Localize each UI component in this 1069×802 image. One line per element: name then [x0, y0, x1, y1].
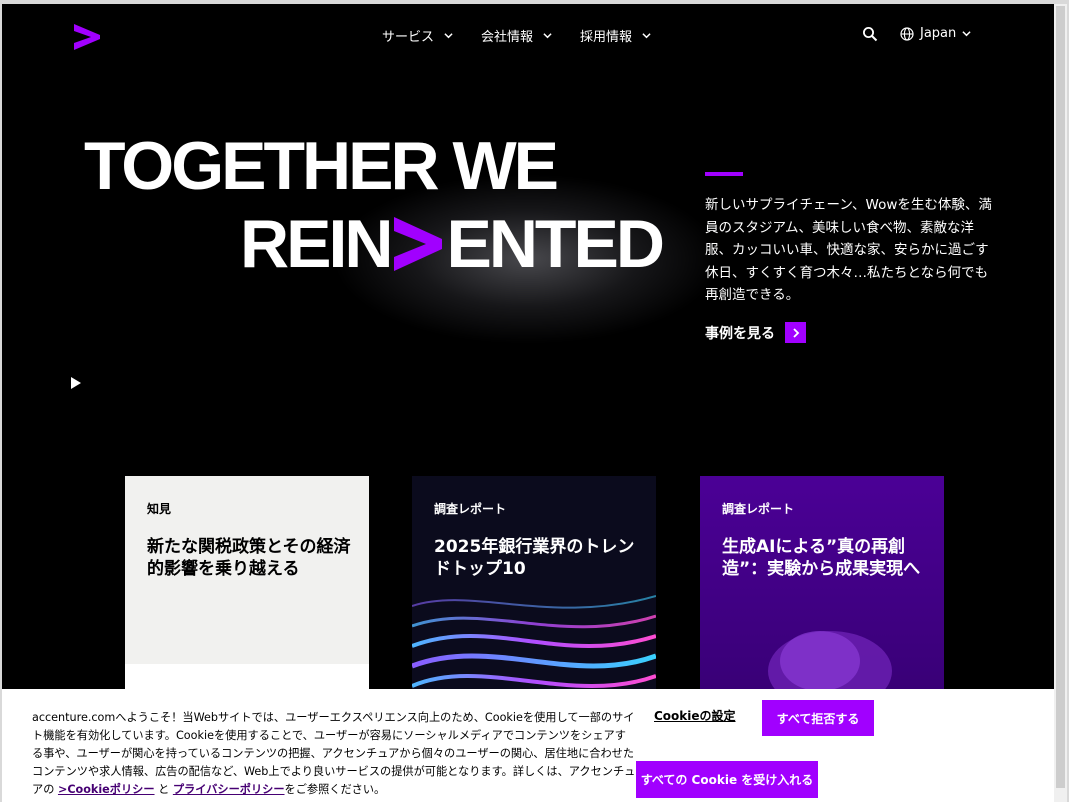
chevron-down-icon	[444, 33, 453, 39]
card-tag: 調査レポート	[722, 502, 795, 516]
cookie-message: accenture.comへようこそ！当Webサイトでは、ユーザーエクスペリエン…	[32, 709, 637, 799]
card-title: 生成AIによる”真の再創造”：実験から成果実現へ	[722, 537, 921, 579]
hero-headline-line1: TOGETHER WE	[84, 128, 559, 204]
reject-all-button[interactable]: すべて拒否する	[762, 700, 874, 736]
card-title: 2025年銀行業界のトレンドトップ10	[434, 537, 635, 579]
cookie-text-after: をご参照ください。	[284, 783, 386, 796]
hero-headline-suffix: ENTED	[446, 206, 664, 282]
card-tag: 調査レポート	[434, 502, 507, 516]
nav-item-label: サービス	[382, 30, 435, 45]
cookie-banner: accenture.comへようこそ！当Webサイトでは、ユーザーエクスペリエン…	[2, 689, 1054, 802]
nav-item-label: 会社情報	[481, 30, 534, 45]
language-label: Japan	[920, 26, 957, 41]
arrow-right-icon	[785, 322, 806, 343]
nav-item-company[interactable]: 会社情報	[481, 26, 552, 45]
nav-item-services[interactable]: サービス	[382, 26, 453, 45]
greater-than-icon	[394, 217, 443, 271]
hero-headline-line2: REIN ENTED	[240, 206, 665, 282]
play-icon[interactable]	[70, 376, 82, 390]
hero-description: 新しいサプライチェーン、Wowを生む体験、満員のスタジアム、美味しい食べ物、素敵…	[705, 197, 992, 303]
main-nav: サービス 会社情報 採用情報	[382, 26, 651, 45]
chevron-down-icon	[543, 33, 552, 39]
card-tag: 知見	[147, 502, 172, 516]
hero-headline-prefix: REIN	[240, 206, 393, 282]
chevron-down-icon	[642, 33, 651, 39]
search-icon[interactable]	[862, 26, 878, 42]
accenture-logo-icon[interactable]	[72, 22, 102, 52]
cookie-settings-link[interactable]: Cookieの設定	[654, 707, 736, 724]
vertical-scrollbar[interactable]	[1054, 4, 1067, 802]
nav-item-label: 採用情報	[580, 30, 633, 45]
view-cases-label: 事例を見る	[705, 325, 775, 342]
scrollbar-thumb[interactable]	[1056, 6, 1065, 788]
privacy-policy-link[interactable]: プライバシーポリシー	[173, 783, 285, 796]
globe-icon	[900, 26, 914, 41]
nav-item-careers[interactable]: 採用情報	[580, 26, 651, 45]
accept-all-cookies-button[interactable]: すべての Cookie を受け入れる	[636, 761, 818, 798]
hero-accent-bar	[705, 172, 743, 176]
card-title: 新たな関税政策とその経済的影響を乗り越える	[147, 537, 351, 579]
language-selector[interactable]: Japan	[900, 26, 971, 41]
page-viewport: サービス 会社情報 採用情報 Japan TOGETHER WE REIN EN…	[2, 4, 1054, 802]
cookie-text-and: と	[158, 783, 170, 796]
chevron-down-icon	[962, 31, 971, 37]
view-cases-link[interactable]: 事例を見る	[705, 322, 806, 343]
cookie-policy-link[interactable]: >Cookieポリシー	[58, 783, 155, 796]
